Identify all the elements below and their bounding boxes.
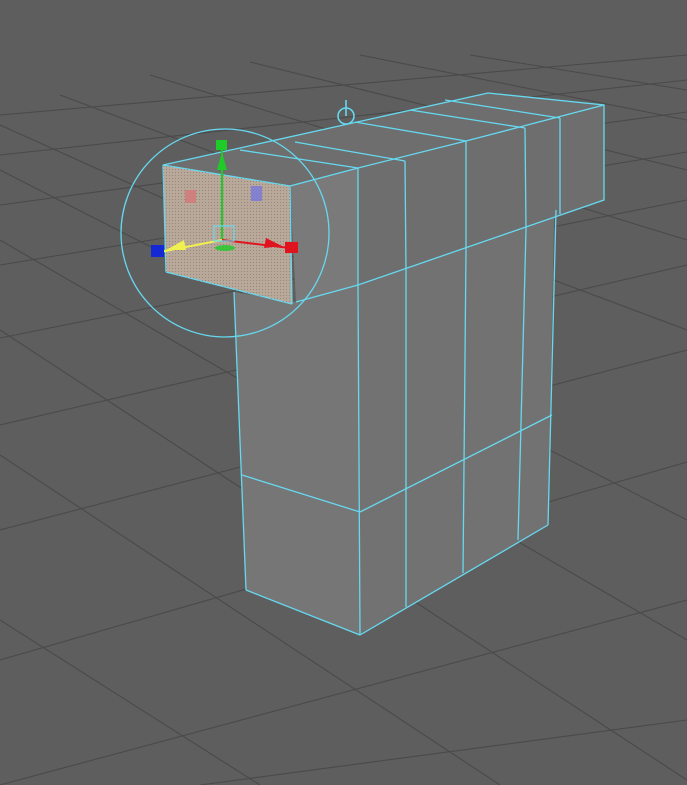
mesh-arm-right-face[interactable]	[290, 168, 358, 302]
3d-viewport[interactable]	[0, 0, 687, 785]
y-axis-cube-icon[interactable]	[216, 140, 227, 150]
xy-plane-handle[interactable]	[185, 190, 196, 203]
center-ground-mark	[215, 245, 235, 251]
viewport-canvas[interactable]	[0, 0, 687, 785]
yz-plane-handle[interactable]	[251, 186, 262, 201]
z-axis-cube-icon[interactable]	[151, 245, 164, 257]
x-axis-cube-icon[interactable]	[285, 242, 298, 253]
mesh-front-face[interactable]	[234, 285, 360, 635]
